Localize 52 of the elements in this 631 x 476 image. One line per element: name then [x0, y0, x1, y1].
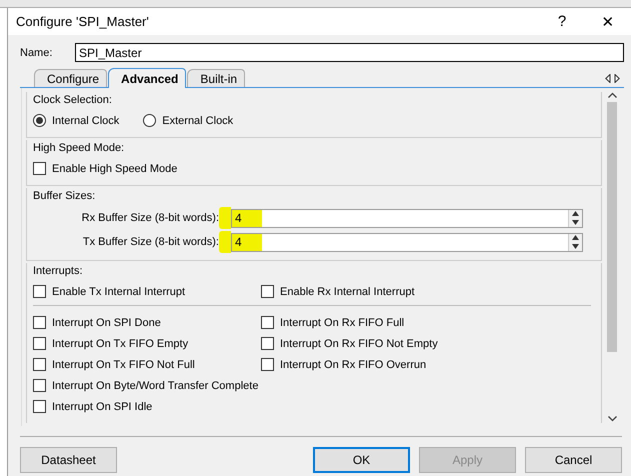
dialog-button[interactable]: Cancel	[525, 447, 622, 473]
up-arrow-icon	[572, 235, 579, 240]
checkbox-label: Enable Tx Internal Interrupt	[52, 286, 186, 298]
radio-button[interactable]	[33, 114, 46, 127]
checkbox-label: Interrupt On Rx FIFO Full	[280, 316, 404, 328]
checkbox[interactable]	[33, 162, 46, 175]
checkbox-label: Enable High Speed Mode	[52, 162, 178, 174]
checkbox[interactable]	[33, 285, 46, 298]
dialog-button[interactable]: OK	[313, 447, 410, 473]
checkbox-label: Interrupt On Rx FIFO Overrun	[280, 358, 426, 370]
field-label: Tx Buffer Size (8-bit words):	[82, 235, 219, 249]
checkbox[interactable]	[261, 285, 274, 298]
dialog-button[interactable]: Datasheet	[20, 447, 117, 473]
right-arrow-icon[interactable]	[614, 74, 620, 83]
up-arrow-icon	[572, 211, 579, 216]
down-arrow-icon	[572, 220, 579, 225]
checkbox-label: Interrupt On Tx FIFO Not Full	[52, 358, 195, 370]
checkbox[interactable]	[261, 358, 274, 371]
checkbox-label: Interrupt On Tx FIFO Empty	[52, 338, 188, 350]
checkbox-label: Interrupt On SPI Idle	[52, 400, 152, 412]
checkbox[interactable]	[33, 379, 46, 392]
checkbox[interactable]	[261, 316, 274, 329]
name-label: Name:	[20, 46, 54, 58]
checkbox[interactable]	[33, 316, 46, 329]
radio-label: External Clock	[162, 114, 234, 126]
scroll-thumb[interactable]	[607, 102, 617, 352]
tab[interactable]: Configure	[34, 69, 108, 87]
tab[interactable]: Built-in	[187, 69, 246, 87]
scroll-down-icon[interactable]	[608, 416, 616, 422]
checkbox[interactable]	[33, 358, 46, 371]
window-title: Configure 'SPI_Master'	[16, 14, 150, 29]
checkbox-label: Interrupt On Byte/Word Transfer Complete	[52, 380, 258, 392]
radio-label: Internal Clock	[52, 114, 120, 126]
name-field[interactable]: SPI_Master	[75, 43, 624, 62]
checkbox-label: Interrupt On SPI Done	[52, 316, 161, 328]
close-button[interactable]: ✕	[585, 8, 631, 35]
radio-button[interactable]	[143, 114, 156, 127]
tab[interactable]: Advanced	[108, 68, 186, 88]
down-arrow-icon	[572, 244, 579, 249]
checkbox[interactable]	[33, 400, 46, 413]
checkbox[interactable]	[261, 337, 274, 350]
help-button[interactable]: ?	[539, 8, 585, 35]
checkbox-label: Enable Rx Internal Interrupt	[280, 286, 415, 298]
group-title: High Speed Mode:	[33, 141, 126, 156]
field-label: Rx Buffer Size (8-bit words):	[80, 211, 219, 225]
group-title: Buffer Sizes:	[33, 189, 96, 204]
checkbox-label: Interrupt On Rx FIFO Not Empty	[280, 338, 438, 350]
left-arrow-icon[interactable]	[605, 74, 611, 83]
scroll-up-icon[interactable]	[608, 92, 616, 98]
group-title: Interrupts:	[33, 264, 84, 279]
checkbox[interactable]	[33, 337, 46, 350]
group-title: Clock Selection:	[33, 93, 113, 108]
